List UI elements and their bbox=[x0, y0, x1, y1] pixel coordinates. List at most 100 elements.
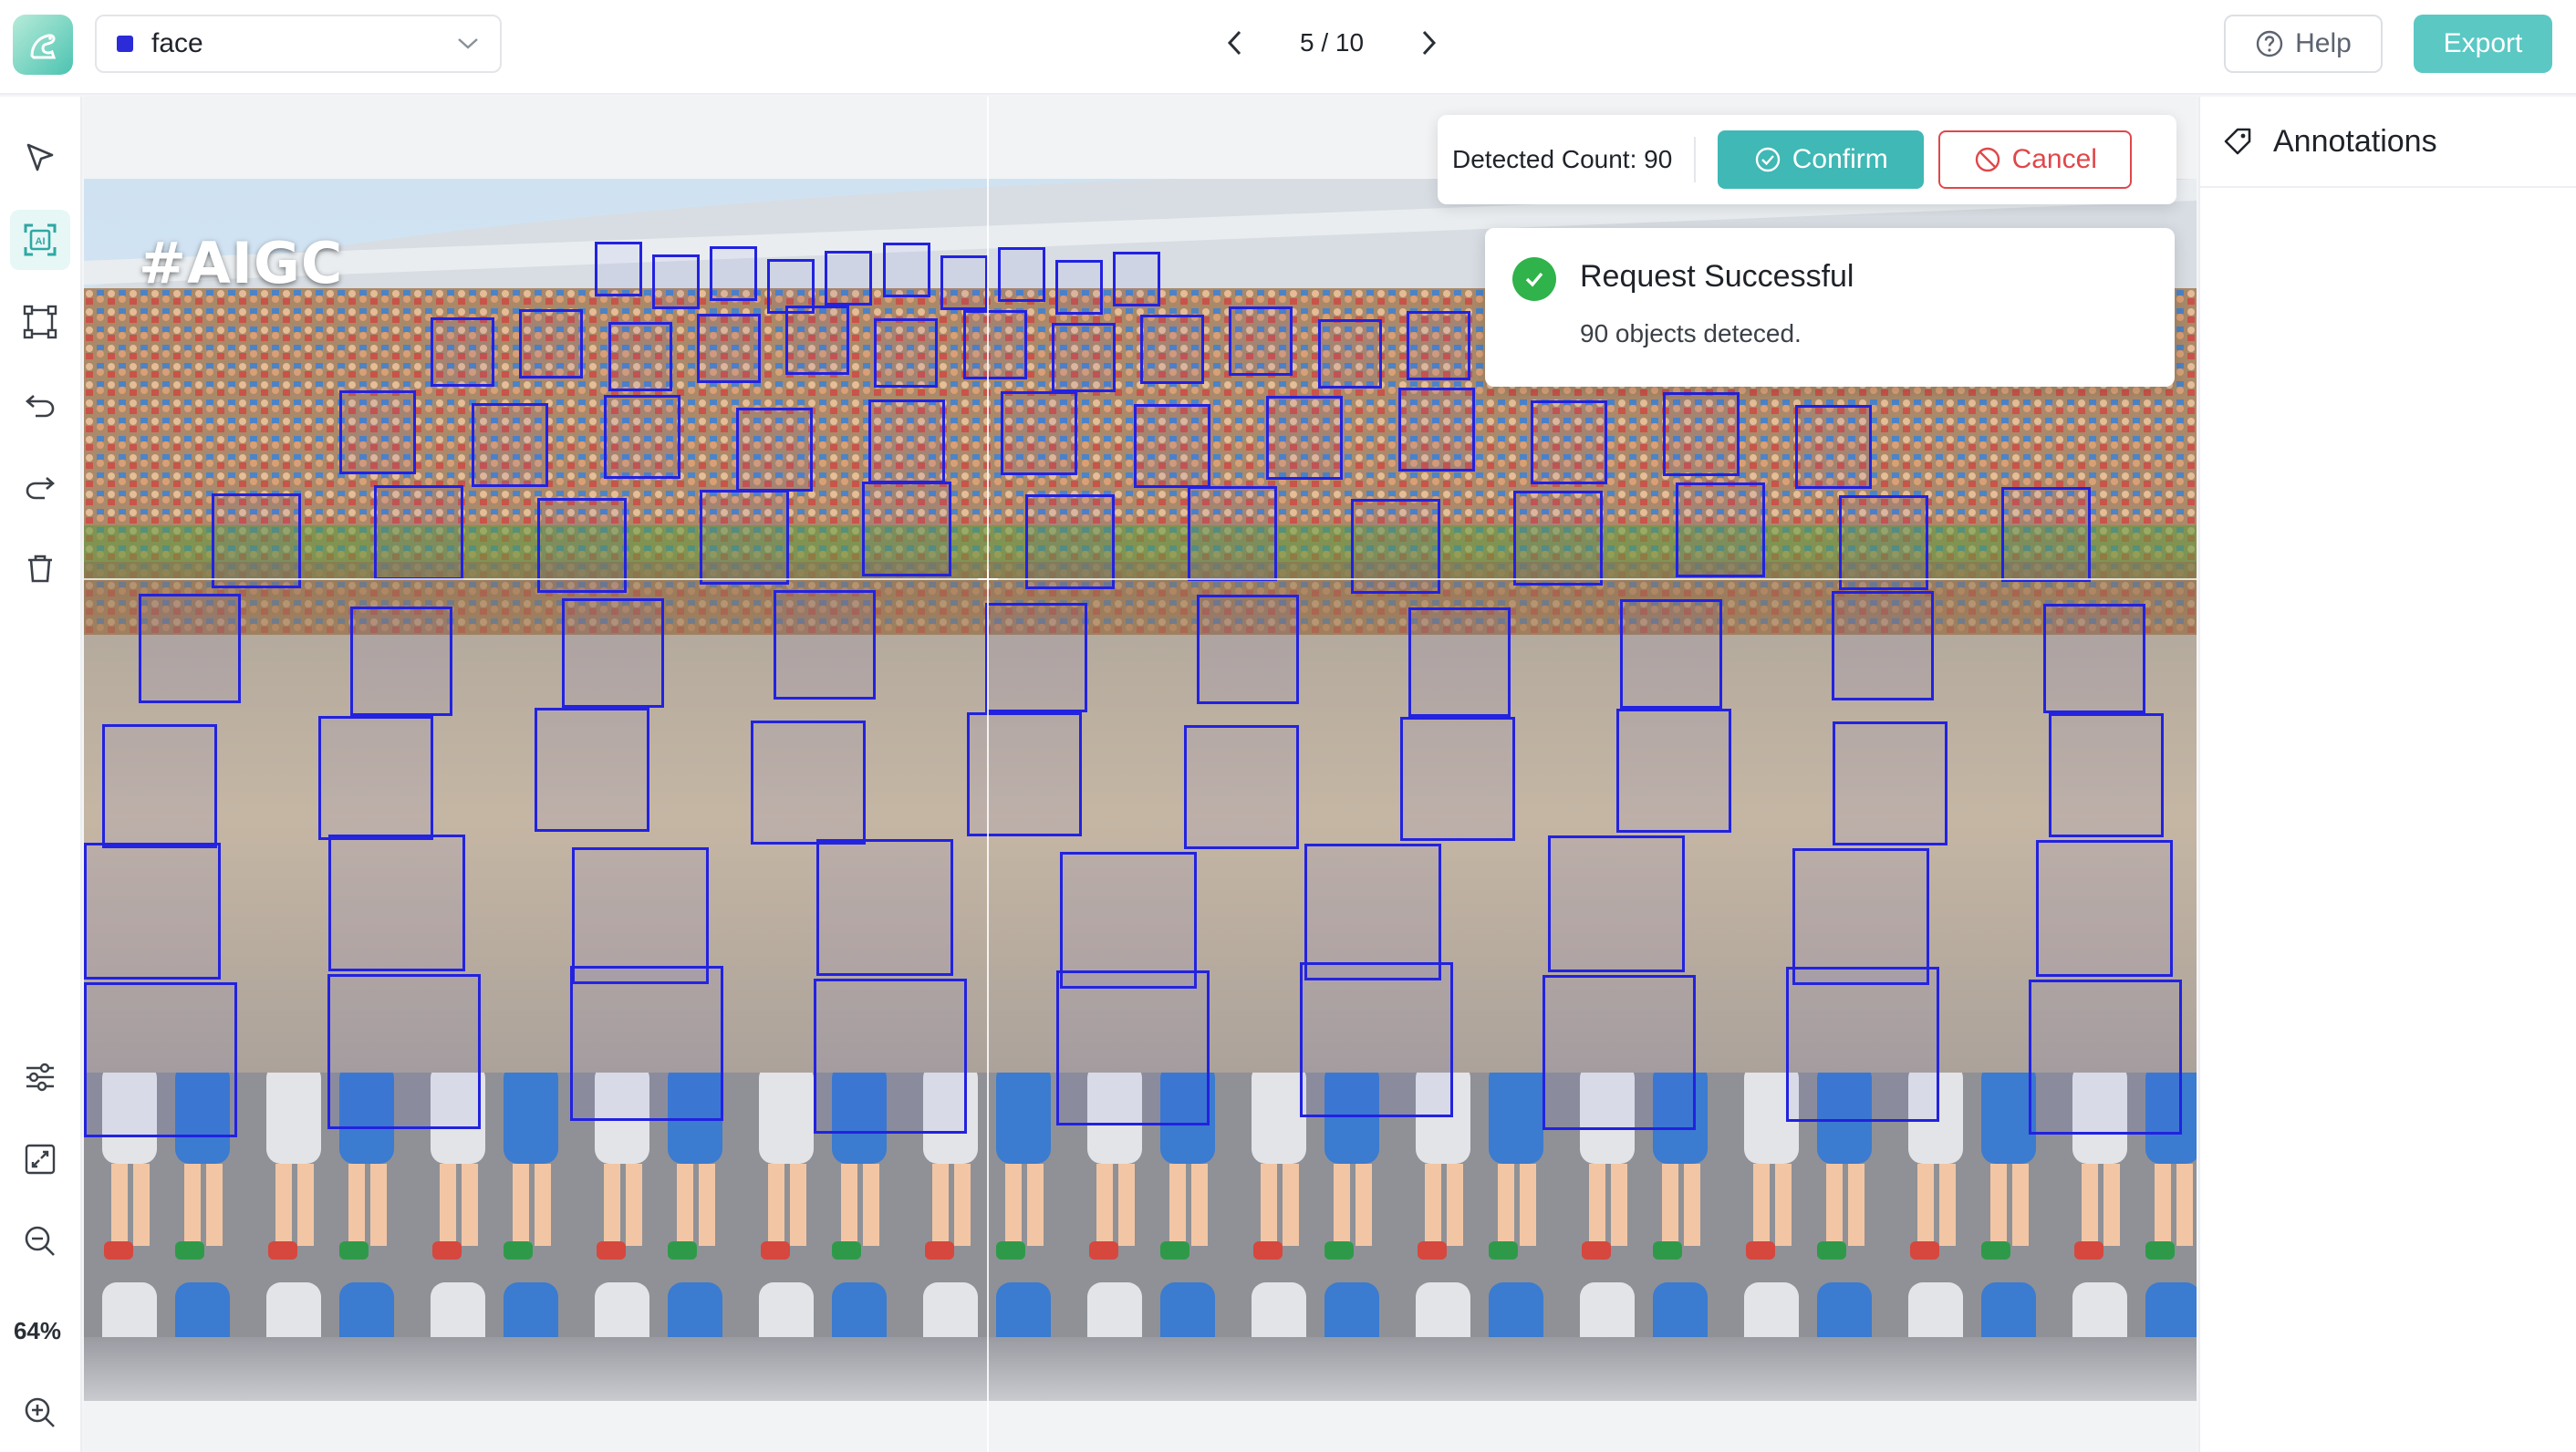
face-detection-box[interactable] bbox=[816, 839, 953, 976]
face-detection-box[interactable] bbox=[2029, 980, 2182, 1135]
face-detection-box[interactable] bbox=[535, 708, 649, 832]
face-detection-box[interactable] bbox=[1060, 852, 1197, 989]
previous-image-button[interactable] bbox=[1213, 21, 1257, 65]
face-detection-box[interactable] bbox=[825, 251, 872, 306]
face-detection-box[interactable] bbox=[697, 314, 761, 383]
face-detection-box[interactable] bbox=[1792, 848, 1929, 985]
face-detection-box[interactable] bbox=[570, 966, 723, 1121]
fit-screen-button[interactable] bbox=[10, 1129, 70, 1189]
face-detection-box[interactable] bbox=[1140, 315, 1204, 384]
adjustments-button[interactable] bbox=[10, 1047, 70, 1107]
face-detection-box[interactable] bbox=[1663, 392, 1740, 476]
face-detection-box[interactable] bbox=[212, 493, 301, 588]
face-detection-box[interactable] bbox=[963, 310, 1027, 379]
face-detection-box[interactable] bbox=[814, 979, 967, 1134]
redo-button[interactable] bbox=[10, 456, 70, 516]
face-detection-box[interactable] bbox=[862, 482, 951, 576]
face-detection-box[interactable] bbox=[2043, 604, 2145, 713]
face-detection-box[interactable] bbox=[350, 607, 452, 716]
face-detection-box[interactable] bbox=[1676, 482, 1765, 577]
next-image-button[interactable] bbox=[1407, 21, 1450, 65]
face-detection-box[interactable] bbox=[1513, 491, 1603, 586]
face-detection-box[interactable] bbox=[868, 399, 945, 483]
face-detection-box[interactable] bbox=[339, 390, 416, 474]
face-detection-box[interactable] bbox=[1001, 391, 1077, 475]
undo-button[interactable] bbox=[10, 374, 70, 434]
face-detection-box[interactable] bbox=[710, 246, 757, 301]
face-detection-box[interactable] bbox=[595, 242, 642, 296]
face-detection-box[interactable] bbox=[139, 594, 241, 703]
zoom-in-button[interactable] bbox=[10, 1383, 70, 1443]
face-detection-box[interactable] bbox=[874, 318, 938, 388]
cancel-button[interactable]: Cancel bbox=[1938, 130, 2133, 189]
face-detection-box[interactable] bbox=[318, 716, 433, 840]
face-detection-box[interactable] bbox=[1839, 495, 1928, 590]
face-detection-box[interactable] bbox=[84, 843, 221, 980]
face-detection-box[interactable] bbox=[572, 847, 709, 984]
face-detection-box[interactable] bbox=[562, 598, 664, 708]
face-detection-box[interactable] bbox=[1795, 405, 1872, 489]
face-detection-box[interactable] bbox=[1407, 311, 1470, 380]
face-detection-box[interactable] bbox=[1318, 319, 1382, 389]
face-detection-box[interactable] bbox=[967, 712, 1082, 836]
face-detection-box[interactable] bbox=[1408, 607, 1511, 717]
face-detection-box[interactable] bbox=[328, 835, 465, 971]
face-detection-box[interactable] bbox=[2049, 713, 2164, 837]
face-detection-box[interactable] bbox=[998, 247, 1045, 302]
face-detection-box[interactable] bbox=[102, 724, 217, 848]
face-detection-box[interactable] bbox=[1398, 388, 1475, 472]
delete-button[interactable] bbox=[10, 538, 70, 598]
face-detection-box[interactable] bbox=[1056, 970, 1210, 1125]
face-detection-box[interactable] bbox=[1052, 323, 1116, 392]
face-detection-box[interactable] bbox=[84, 982, 237, 1137]
face-detection-box[interactable] bbox=[1055, 260, 1103, 315]
face-detection-box[interactable] bbox=[785, 306, 849, 375]
face-detection-box[interactable] bbox=[1300, 962, 1453, 1117]
annotation-canvas[interactable]: #AIGC Detected Count: 90 Confirm Cancel bbox=[84, 97, 2197, 1452]
face-detection-box[interactable] bbox=[1531, 400, 1607, 484]
face-detection-box[interactable] bbox=[985, 603, 1087, 712]
face-detection-box[interactable] bbox=[2036, 840, 2173, 977]
face-detection-box[interactable] bbox=[1400, 717, 1515, 841]
face-detection-box[interactable] bbox=[2001, 487, 2091, 582]
face-detection-box[interactable] bbox=[1616, 709, 1731, 833]
face-detection-box[interactable] bbox=[431, 317, 494, 387]
face-detection-box[interactable] bbox=[1188, 486, 1277, 581]
face-detection-box[interactable] bbox=[774, 590, 876, 700]
face-detection-box[interactable] bbox=[1786, 967, 1939, 1122]
face-detection-box[interactable] bbox=[1184, 725, 1299, 849]
face-detection-box[interactable] bbox=[1197, 595, 1299, 704]
face-detection-box[interactable] bbox=[1229, 306, 1293, 376]
face-detection-box[interactable] bbox=[883, 243, 930, 297]
face-detection-box[interactable] bbox=[1832, 591, 1934, 700]
export-button[interactable]: Export bbox=[2414, 15, 2552, 73]
face-detection-box[interactable] bbox=[519, 309, 583, 379]
select-tool-button[interactable] bbox=[10, 128, 70, 188]
label-class-select[interactable]: face bbox=[95, 15, 502, 73]
face-detection-box[interactable] bbox=[652, 254, 700, 309]
face-detection-box[interactable] bbox=[1833, 721, 1948, 845]
zoom-out-button[interactable] bbox=[10, 1211, 70, 1271]
face-detection-box[interactable] bbox=[1304, 844, 1441, 980]
face-detection-box[interactable] bbox=[1113, 252, 1160, 306]
face-detection-box[interactable] bbox=[608, 322, 672, 391]
rectangle-tool-button[interactable] bbox=[10, 292, 70, 352]
face-detection-box[interactable] bbox=[1548, 835, 1685, 972]
face-detection-box[interactable] bbox=[1134, 404, 1210, 488]
app-logo[interactable] bbox=[13, 15, 73, 75]
face-detection-box[interactable] bbox=[1025, 494, 1115, 589]
face-detection-box[interactable] bbox=[374, 485, 463, 580]
face-detection-box[interactable] bbox=[700, 490, 789, 585]
face-detection-box[interactable] bbox=[736, 408, 813, 492]
face-detection-box[interactable] bbox=[940, 255, 988, 310]
face-detection-box[interactable] bbox=[751, 721, 866, 845]
face-detection-box[interactable] bbox=[1542, 975, 1696, 1130]
face-detection-box[interactable] bbox=[327, 974, 481, 1129]
face-detection-box[interactable] bbox=[472, 403, 548, 487]
face-detection-box[interactable] bbox=[1620, 599, 1722, 709]
ai-detect-tool-button[interactable]: AI bbox=[10, 210, 70, 270]
face-detection-box[interactable] bbox=[604, 395, 680, 479]
face-detection-box[interactable] bbox=[1266, 396, 1343, 480]
confirm-button[interactable]: Confirm bbox=[1718, 130, 1925, 189]
help-button[interactable]: Help bbox=[2224, 15, 2383, 73]
